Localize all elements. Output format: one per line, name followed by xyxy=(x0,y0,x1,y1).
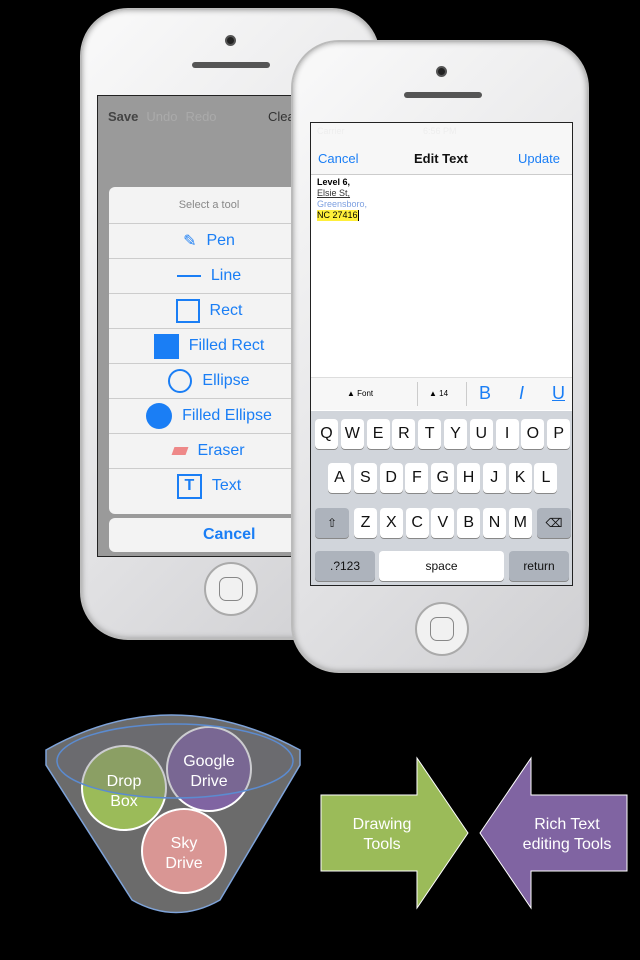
rich-text-label: Rich Text xyxy=(534,816,600,833)
tool-rect[interactable]: Rect xyxy=(109,293,296,328)
key-j[interactable]: J xyxy=(482,463,506,493)
tool-text[interactable]: T Text xyxy=(109,468,296,503)
camera-icon xyxy=(436,66,447,77)
key-x[interactable]: X xyxy=(379,508,403,538)
key-a[interactable]: A xyxy=(328,463,351,493)
dropbox-label: Drop xyxy=(107,773,142,790)
undo-button[interactable]: Undo xyxy=(146,109,177,124)
key-e[interactable]: E xyxy=(366,419,390,449)
ellipse-icon xyxy=(168,369,193,393)
nav-cancel-button[interactable]: Cancel xyxy=(318,151,358,166)
camera-icon xyxy=(225,35,236,46)
font-button[interactable]: ▲ Font xyxy=(347,389,373,398)
tool-pen[interactable]: ✎ Pen xyxy=(109,223,296,258)
tool-filled-rect[interactable]: Filled Rect xyxy=(109,328,296,363)
sheet-title: Select a tool xyxy=(178,199,240,211)
key-m[interactable]: M xyxy=(508,508,532,538)
speaker xyxy=(192,62,270,68)
delete-key[interactable]: ⌫ xyxy=(537,508,571,538)
italic-button[interactable]: I xyxy=(519,383,524,404)
drawing-tools-arrow xyxy=(320,756,469,910)
tool-ellipse[interactable]: Ellipse xyxy=(109,363,296,398)
edit-text-screen: Carrier 6:56 PM Cancel Edit Text Update … xyxy=(310,122,573,586)
key-f[interactable]: F xyxy=(405,463,429,493)
features-diagram: Drop Box Google Drive Sky Drive Drawing … xyxy=(45,714,628,914)
home-button[interactable] xyxy=(204,562,258,616)
save-button[interactable]: Save xyxy=(108,109,138,124)
underline-button[interactable]: U xyxy=(552,383,565,404)
tool-line[interactable]: Line xyxy=(109,258,296,293)
key-c[interactable]: C xyxy=(405,508,429,538)
eraser-icon xyxy=(171,447,189,455)
google-drive-label: Google xyxy=(183,753,235,770)
key-w[interactable]: W xyxy=(340,419,364,449)
line-icon xyxy=(176,275,201,277)
key-z[interactable]: Z xyxy=(354,508,377,538)
key-t[interactable]: T xyxy=(418,419,442,449)
pen-icon: ✎ xyxy=(183,233,197,250)
key-y[interactable]: Y xyxy=(444,419,467,449)
cancel-button[interactable]: Cancel xyxy=(109,518,296,552)
key-s[interactable]: S xyxy=(353,463,377,493)
space-key[interactable]: space xyxy=(379,551,504,581)
nav-update-button[interactable]: Update xyxy=(518,151,560,166)
key-d[interactable]: D xyxy=(379,463,403,493)
font-size-button[interactable]: ▲ 14 xyxy=(429,389,448,398)
bold-button[interactable]: B xyxy=(479,383,491,404)
keyboard: Q W E R T Y U I O P A S D F G H J K L ⇧ Z X C V B N M ⌫ .?123 space re… xyxy=(311,411,572,585)
key-b[interactable]: B xyxy=(457,508,481,538)
key-q[interactable]: Q xyxy=(315,419,338,449)
nav-title: Edit Text xyxy=(414,151,468,166)
home-button[interactable] xyxy=(415,602,469,656)
speaker xyxy=(404,92,482,98)
key-r[interactable]: R xyxy=(392,419,416,449)
carrier-label: Carrier xyxy=(317,126,345,136)
rich-text-label: editing Tools xyxy=(523,836,612,853)
text-icon: T xyxy=(176,473,202,499)
drawing-tools-label: Tools xyxy=(363,836,400,853)
skydrive-label: Sky xyxy=(171,835,198,852)
key-p[interactable]: P xyxy=(547,419,571,449)
format-bar: ▲ Font ▲ 14 B I U xyxy=(311,377,572,410)
key-i[interactable]: I xyxy=(495,419,519,449)
drawing-screen: Save Undo Redo Clea Select a tool ✎ Pen L… xyxy=(97,95,297,557)
filled-ellipse-icon xyxy=(146,403,173,429)
return-key[interactable]: return xyxy=(509,551,569,581)
dropbox-label: Box xyxy=(110,793,138,810)
key-l[interactable]: L xyxy=(534,463,558,493)
numbers-key[interactable]: .?123 xyxy=(315,551,375,581)
redo-button[interactable]: Redo xyxy=(185,109,216,124)
drawing-tools-label: Drawing xyxy=(353,816,412,833)
tool-eraser[interactable]: Eraser xyxy=(109,433,296,468)
time-label: 6:56 PM xyxy=(423,126,457,136)
key-v[interactable]: V xyxy=(431,508,455,538)
key-g[interactable]: G xyxy=(431,463,455,493)
text-editor[interactable]: Level 6, Elsie St, Greensboro, NC 27416 xyxy=(317,177,367,221)
key-k[interactable]: K xyxy=(508,463,532,493)
rect-icon xyxy=(175,299,200,323)
filled-rect-icon xyxy=(153,333,179,359)
key-o[interactable]: O xyxy=(521,419,545,449)
key-u[interactable]: U xyxy=(469,419,493,449)
shift-key[interactable]: ⇧ xyxy=(315,508,349,538)
rich-text-arrow xyxy=(479,756,628,910)
skydrive-label: Drive xyxy=(165,855,202,872)
key-h[interactable]: H xyxy=(457,463,480,493)
tool-filled-ellipse[interactable]: Filled Ellipse xyxy=(109,398,296,433)
key-n[interactable]: N xyxy=(483,508,506,538)
tool-action-sheet: Select a tool ✎ Pen Line Rect Filled Rect… xyxy=(109,187,296,514)
funnel-rim xyxy=(56,723,294,799)
google-drive-label: Drive xyxy=(190,773,227,790)
